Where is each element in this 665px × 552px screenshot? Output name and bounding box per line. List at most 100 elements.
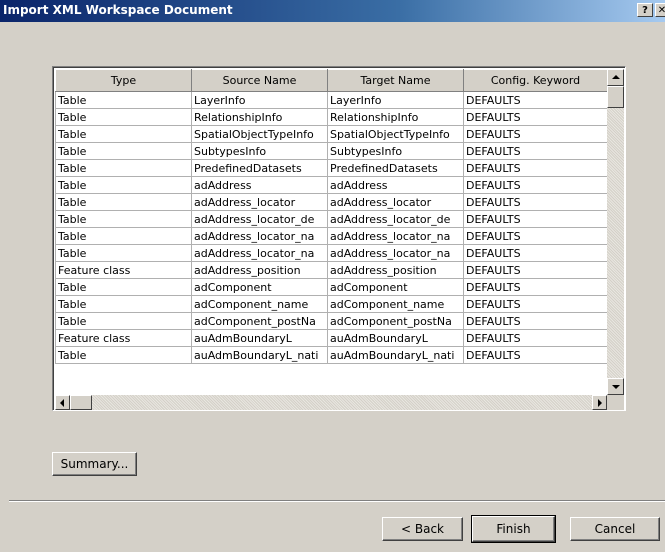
back-button[interactable]: < Back	[382, 517, 463, 541]
arrow-left-icon	[60, 399, 64, 407]
cell-config-keyword[interactable]: DEFAULTS	[463, 244, 607, 262]
table-row[interactable]: Table SubtypesInfo SubtypesInfo DEFAULTS	[55, 142, 607, 160]
title-bar: Import XML Workspace Document ? ✕	[0, 0, 665, 22]
cell-type: Table	[55, 108, 192, 126]
cell-type: Table	[55, 91, 192, 109]
help-button[interactable]: ?	[637, 3, 653, 17]
grid-body: Type Source Name Target Name Config. Key…	[55, 69, 607, 395]
horizontal-scroll-thumb[interactable]	[70, 395, 92, 410]
cell-target-name: auAdmBoundaryL	[327, 329, 464, 347]
table-row[interactable]: Table SpatialObjectTypeInfo SpatialObjectT…	[55, 125, 607, 143]
help-icon: ?	[642, 5, 648, 16]
dataset-table: Type Source Name Target Name Config. Key…	[55, 69, 607, 364]
cell-target-name: adComponent	[327, 278, 464, 296]
cell-target-name: LayerInfo	[327, 91, 464, 109]
cell-target-name: adAddress_locator_na	[327, 244, 464, 262]
cell-config-keyword[interactable]: DEFAULTS	[463, 295, 607, 313]
arrow-right-icon	[598, 399, 602, 407]
cell-type: Table	[55, 346, 192, 364]
scroll-left-button[interactable]	[55, 395, 70, 410]
cell-config-keyword[interactable]: DEFAULTS	[463, 278, 607, 296]
table-row[interactable]: Table adAddress adAddress DEFAULTS	[55, 176, 607, 194]
table-row[interactable]: Table adAddress_locator adAddress_locator D…	[55, 193, 607, 211]
cell-config-keyword[interactable]: DEFAULTS	[463, 125, 607, 143]
cell-config-keyword[interactable]: DEFAULTS	[463, 210, 607, 228]
cell-config-keyword[interactable]: DEFAULTS	[463, 108, 607, 126]
cell-target-name: adAddress_locator_na	[327, 227, 464, 245]
cell-type: Table	[55, 193, 192, 211]
cell-config-keyword[interactable]: DEFAULTS	[463, 329, 607, 347]
cell-source-name: auAdmBoundaryL	[191, 329, 328, 347]
cell-target-name: adAddress	[327, 176, 464, 194]
cell-type: Table	[55, 244, 192, 262]
cell-config-keyword[interactable]: DEFAULTS	[463, 142, 607, 160]
table-row[interactable]: Table adAddress_locator_de adAddress_locat…	[55, 210, 607, 228]
cell-source-name: adComponent	[191, 278, 328, 296]
vertical-scroll-thumb[interactable]	[607, 86, 624, 108]
cell-type: Feature class	[55, 329, 192, 347]
table-row[interactable]: Table PredefinedDatasets PredefinedDataset…	[55, 159, 607, 177]
cell-source-name: adComponent_postNa	[191, 312, 328, 330]
scrollbar-corner	[607, 395, 624, 410]
table-row[interactable]: Feature class auAdmBoundaryL auAdmBoundary…	[55, 329, 607, 347]
cell-config-keyword[interactable]: DEFAULTS	[463, 227, 607, 245]
scroll-right-button[interactable]	[592, 395, 607, 410]
column-header-type[interactable]: Type	[55, 69, 192, 92]
separator	[9, 500, 665, 502]
vertical-scrollbar[interactable]	[607, 69, 624, 395]
header-row: Type Source Name Target Name Config. Key…	[55, 69, 607, 92]
table-row[interactable]: Table adAddress_locator_na adAddress_locat…	[55, 227, 607, 245]
table-row[interactable]: Table auAdmBoundaryL_nati auAdmBoundaryL_n…	[55, 346, 607, 364]
column-header-target-name[interactable]: Target Name	[327, 69, 464, 92]
table-row[interactable]: Table adComponent_name adComponent_name DEF…	[55, 295, 607, 313]
cell-target-name: adComponent_postNa	[327, 312, 464, 330]
scroll-up-button[interactable]	[607, 69, 624, 86]
cell-config-keyword[interactable]: DEFAULTS	[463, 176, 607, 194]
cell-type: Table	[55, 210, 192, 228]
cell-config-keyword[interactable]: DEFAULTS	[463, 261, 607, 279]
cell-config-keyword[interactable]: DEFAULTS	[463, 193, 607, 211]
scroll-down-button[interactable]	[607, 378, 624, 395]
column-header-config-keyword[interactable]: Config. Keyword	[463, 69, 607, 92]
cell-source-name: adAddress_position	[191, 261, 328, 279]
cell-type: Table	[55, 278, 192, 296]
cell-target-name: adAddress_position	[327, 261, 464, 279]
cell-source-name: adAddress_locator	[191, 193, 328, 211]
table-row[interactable]: Table LayerInfo LayerInfo DEFAULTS	[55, 91, 607, 109]
horizontal-scrollbar[interactable]	[55, 395, 607, 410]
cell-target-name: RelationshipInfo	[327, 108, 464, 126]
grid-rows: Table LayerInfo LayerInfo DEFAULTS Table Rela…	[55, 91, 607, 364]
cell-target-name: PredefinedDatasets	[327, 159, 464, 177]
finish-button[interactable]: Finish	[471, 515, 556, 543]
table-row[interactable]: Feature class adAddress_position adAddress…	[55, 261, 607, 279]
close-button[interactable]: ✕	[655, 3, 665, 17]
cell-target-name: adAddress_locator	[327, 193, 464, 211]
cell-config-keyword[interactable]: DEFAULTS	[463, 346, 607, 364]
cell-source-name: SpatialObjectTypeInfo	[191, 125, 328, 143]
cell-config-keyword[interactable]: DEFAULTS	[463, 312, 607, 330]
table-row[interactable]: Table adComponent_postNa adComponent_postN…	[55, 312, 607, 330]
cell-target-name: auAdmBoundaryL_nati	[327, 346, 464, 364]
table-row[interactable]: Table RelationshipInfo RelationshipInfo DEF…	[55, 108, 607, 126]
table-row[interactable]: Table adAddress_locator_na adAddress_locat…	[55, 244, 607, 262]
cell-source-name: adAddress_locator_na	[191, 244, 328, 262]
table-row[interactable]: Table adComponent adComponent DEFAULTS	[55, 278, 607, 296]
cancel-button[interactable]: Cancel	[570, 517, 660, 541]
cell-config-keyword[interactable]: DEFAULTS	[463, 91, 607, 109]
cell-type: Table	[55, 227, 192, 245]
cell-source-name: SubtypesInfo	[191, 142, 328, 160]
cell-type: Table	[55, 295, 192, 313]
cell-config-keyword[interactable]: DEFAULTS	[463, 159, 607, 177]
summary-button[interactable]: Summary...	[52, 452, 137, 476]
cell-target-name: adComponent_name	[327, 295, 464, 313]
cell-type: Table	[55, 312, 192, 330]
column-header-source-name[interactable]: Source Name	[191, 69, 328, 92]
arrow-down-icon	[612, 385, 620, 389]
cell-source-name: adAddress_locator_de	[191, 210, 328, 228]
cell-type: Table	[55, 125, 192, 143]
cell-target-name: adAddress_locator_de	[327, 210, 464, 228]
cell-target-name: SpatialObjectTypeInfo	[327, 125, 464, 143]
cell-type: Table	[55, 142, 192, 160]
close-icon: ✕	[657, 5, 665, 16]
window-title: Import XML Workspace Document	[3, 3, 233, 17]
